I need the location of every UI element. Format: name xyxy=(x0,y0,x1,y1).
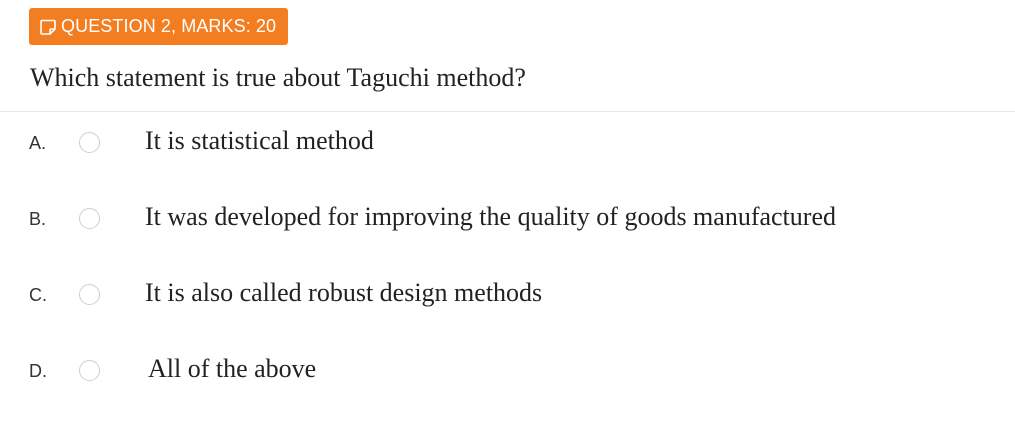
divider xyxy=(0,111,1015,112)
option-text: It is also called robust design methods xyxy=(145,278,543,307)
option-text: It was developed for improving the quali… xyxy=(145,202,836,231)
option-c-radio[interactable] xyxy=(79,284,100,305)
option-c[interactable]: C. It is also called robust design metho… xyxy=(0,276,1000,316)
option-b-radio[interactable] xyxy=(79,208,100,229)
question-text: Which statement is true about Taguchi me… xyxy=(30,63,526,92)
option-d-radio[interactable] xyxy=(79,360,100,381)
option-a[interactable]: A. It is statistical method xyxy=(0,124,1000,164)
option-letter: C. xyxy=(29,285,47,305)
option-text: All of the above xyxy=(148,354,317,383)
option-letter: A. xyxy=(29,133,47,153)
option-letter: D. xyxy=(29,361,47,381)
badge-label: QUESTION 2, MARKS: 20 xyxy=(61,16,277,36)
option-b[interactable]: B. It was developed for improving the qu… xyxy=(0,200,1000,240)
option-a-radio[interactable] xyxy=(79,132,100,153)
question-marks-badge: QUESTION 2, MARKS: 20 xyxy=(29,8,289,45)
note-icon xyxy=(39,18,57,36)
quiz-page: QUESTION 2, MARKS: 20 Which statement is… xyxy=(0,0,1015,433)
option-d[interactable]: D. All of the above xyxy=(0,352,1000,392)
option-text: It is statistical method xyxy=(145,126,374,155)
option-letter: B. xyxy=(29,209,47,229)
